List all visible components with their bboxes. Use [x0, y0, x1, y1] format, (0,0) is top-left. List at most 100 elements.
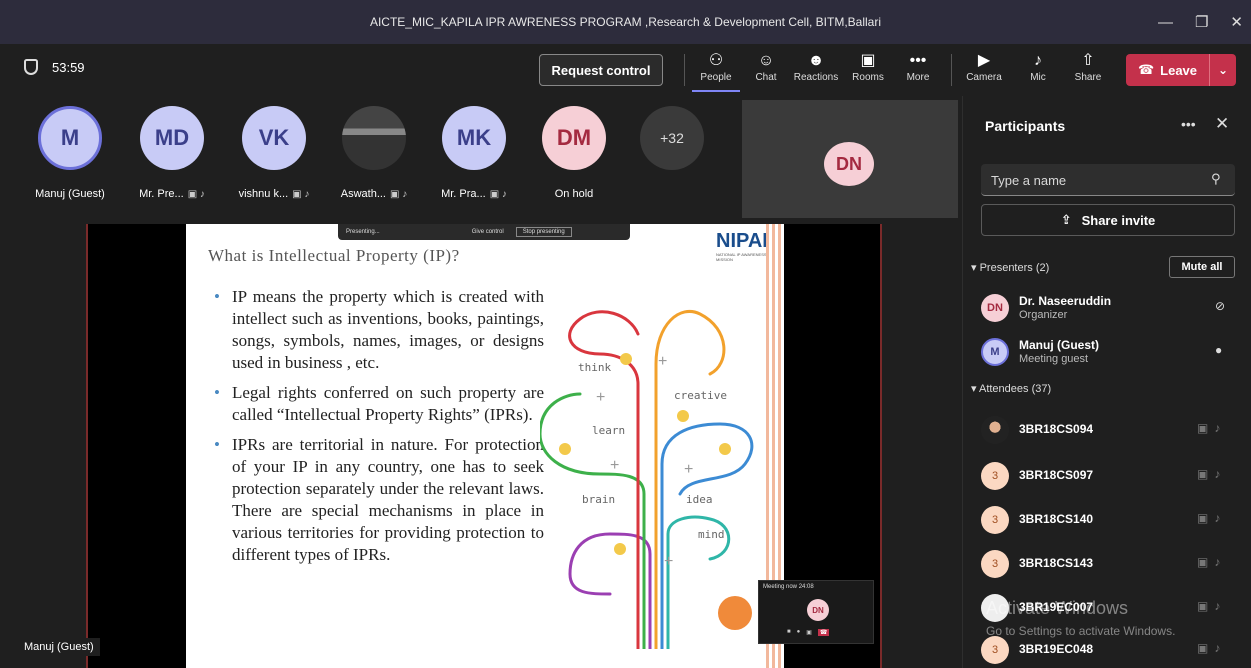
brain-word-creative: creative — [674, 389, 727, 402]
people-button[interactable]: ⚇ People — [692, 50, 740, 92]
bullet-item: IPRs are territorial in nature. For prot… — [214, 434, 544, 566]
share-invite-label: Share invite — [1081, 212, 1156, 228]
more-button[interactable]: ••• More — [894, 50, 942, 92]
participant-name: 3BR19EC048 — [1019, 642, 1094, 656]
chat-icon: ☺ — [757, 52, 775, 69]
share-label: Share — [1074, 72, 1102, 83]
participant-tile[interactable]: Aswath... ▣ ♪ — [324, 102, 424, 212]
participant-name: Manuj (Guest) — [35, 188, 105, 200]
participant-name: On hold — [554, 188, 594, 200]
mini-time: 24:08 — [798, 584, 814, 590]
attendees-header[interactable]: ▾ Attendees (37) — [971, 382, 1051, 395]
rooms-button[interactable]: ▣ Rooms — [844, 50, 892, 92]
mini-controls: ■ ● ▣ ☎ — [787, 629, 830, 636]
bullet-item: Legal rights conferred on such property … — [214, 382, 544, 426]
minimize-icon[interactable]: — — [1158, 14, 1173, 31]
lightbulb-icon — [614, 543, 626, 555]
participant-name: 3BR18CS094 — [1019, 422, 1094, 436]
shield-icon — [24, 59, 38, 75]
camera-icon[interactable]: ■ — [787, 629, 791, 636]
more-icon: ••• — [909, 52, 927, 69]
mute-all-button[interactable]: Mute all — [1169, 256, 1235, 278]
meeting-mini-window[interactable]: Meeting now 24:08 DN ■ ● ▣ ☎ — [758, 580, 874, 644]
attendee-row[interactable]: 3 3BR18CS097 ▣♪ — [979, 458, 1239, 492]
lightbulb-icon — [719, 443, 731, 455]
meeting-toolbar: 53:59 Request control ⚇ People ☺ Chat ☻ … — [0, 44, 1251, 96]
panel-title: Participants — [985, 118, 1066, 134]
attendee-row[interactable]: 3 3BR18CS140 ▣♪ — [979, 502, 1239, 536]
search-input[interactable] — [991, 172, 1191, 188]
chevron-down-icon[interactable]: ⌄ — [1210, 63, 1236, 77]
mini-title-text: Meeting now — [763, 584, 798, 590]
request-control-button[interactable]: Request control — [539, 54, 663, 86]
participant-tile[interactable]: MD Mr. Pre... ▣ ♪ — [122, 102, 222, 212]
camera-button[interactable]: ▶ Camera — [960, 50, 1008, 92]
reactions-button[interactable]: ☻ Reactions — [792, 50, 840, 92]
camera-mic-off-icons: ▣♪ — [1197, 555, 1227, 569]
give-control-button[interactable]: Give control — [472, 229, 504, 235]
leave-main[interactable]: ☎ Leave — [1126, 54, 1210, 86]
mic-icon[interactable]: ● — [797, 629, 801, 636]
close-icon[interactable]: ✕ — [1215, 114, 1229, 134]
leave-label: Leave — [1160, 62, 1198, 78]
attendees-header-label: Attendees (37) — [978, 383, 1052, 395]
mini-title: Meeting now 24:08 — [763, 584, 814, 590]
brain-word-idea: idea — [686, 493, 713, 506]
participant-name: 3BR18CS143 — [1019, 556, 1094, 570]
close-icon[interactable]: ✕ — [1230, 13, 1243, 31]
avatar-photo — [342, 106, 406, 170]
participant-tile[interactable]: MK Mr. Pra... ▣ ♪ — [424, 102, 524, 212]
mic-button[interactable]: ♪ Mic — [1014, 50, 1062, 92]
avatar: MK — [442, 106, 506, 170]
participant-strip: M Manuj (Guest) MD Mr. Pre... ▣ ♪ VK vish… — [0, 96, 740, 216]
muted-icons: ▣ ♪ — [187, 189, 205, 200]
stop-presenting-button[interactable]: Stop presenting — [515, 227, 572, 237]
window-title: AICTE_MIC_KAPILA IPR AWRENESS PROGRAM ,R… — [369, 15, 882, 29]
more-options-icon[interactable]: ••• — [1181, 116, 1196, 132]
active-speaker-tile[interactable]: DN — [742, 100, 958, 218]
attendee-row[interactable]: 3 3BR18CS143 ▣♪ — [979, 546, 1239, 580]
toolbar-divider — [684, 54, 685, 86]
participant-tile[interactable]: DM On hold — [524, 102, 624, 212]
participant-label: Mr. Pre... ▣ ♪ — [122, 188, 222, 200]
share-icon[interactable]: ▣ — [806, 629, 812, 636]
avatar: DM — [542, 106, 606, 170]
camera-mic-off-icons: ▣♪ — [1197, 641, 1227, 655]
attendee-row[interactable]: 3BR18CS094 ▣♪ — [979, 412, 1239, 446]
brain-word-think: think — [578, 361, 611, 374]
camera-off-icon: ▶ — [977, 52, 991, 69]
rooms-icon: ▣ — [860, 52, 876, 69]
share-icon: ⇧ — [1081, 52, 1095, 69]
lightbulb-icon — [620, 353, 632, 365]
plus-icon: + — [658, 353, 667, 370]
avatar: 3 — [981, 550, 1009, 578]
camera-mic-off-icons: ▣♪ — [1197, 599, 1227, 613]
avatar: DN — [981, 294, 1009, 322]
participant-tile[interactable]: M Manuj (Guest) — [20, 102, 120, 212]
slide-bullets: IP means the property which is created w… — [214, 286, 544, 574]
share-invite-button[interactable]: ⇪ Share invite — [981, 204, 1235, 236]
presenters-header[interactable]: ▾ Presenters (2) — [971, 261, 1049, 274]
avatar: 3 — [981, 636, 1009, 664]
search-icon[interactable]: ⚲ — [1211, 171, 1221, 187]
camera-mic-off-icons: ▣♪ — [1197, 511, 1227, 525]
participant-tile[interactable]: VK vishnu k... ▣ ♪ — [224, 102, 324, 212]
leave-button[interactable]: ☎ Leave ⌄ — [1126, 54, 1236, 86]
avatar: VK — [242, 106, 306, 170]
hang-up-icon[interactable]: ☎ — [817, 629, 830, 636]
chat-button[interactable]: ☺ Chat — [742, 50, 790, 92]
participant-search[interactable]: ⚲ — [981, 164, 1235, 196]
chat-label: Chat — [755, 72, 777, 83]
more-participants-tile[interactable]: +32 — [622, 102, 722, 212]
participant-row[interactable]: M Manuj (Guest) Meeting guest ● — [979, 334, 1239, 368]
maximize-icon[interactable]: ❐ — [1195, 13, 1208, 31]
participant-row[interactable]: DN Dr. Naseeruddin Organizer ⊘ — [979, 290, 1239, 324]
plus-icon: + — [684, 461, 693, 478]
participant-name: vishnu k... — [238, 188, 289, 200]
participant-label: Aswath... ▣ ♪ — [324, 188, 424, 200]
muted-icons: ▣ ♪ — [390, 189, 408, 200]
share-button[interactable]: ⇧ Share — [1064, 50, 1112, 92]
avatar: DN — [807, 599, 829, 621]
camera-mic-off-icons: ▣♪ — [1197, 467, 1227, 481]
reactions-icon: ☻ — [807, 52, 825, 69]
